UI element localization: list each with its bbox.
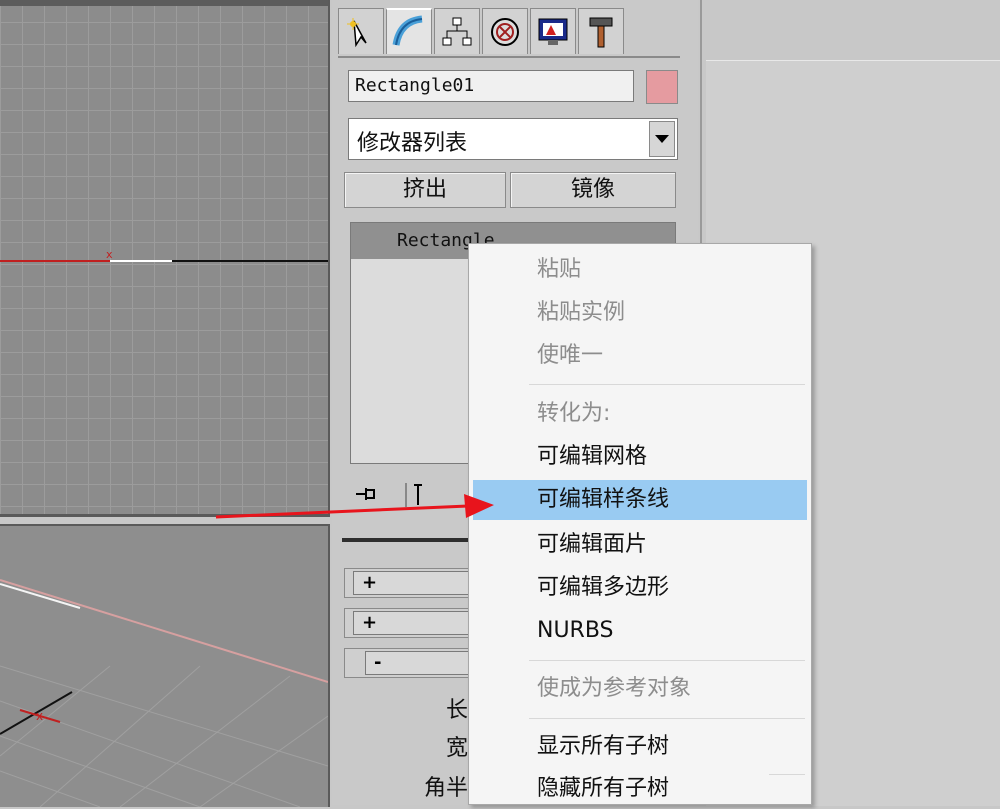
tab-divider [338,56,680,58]
modifier-list-dropdown[interactable]: 修改器列表 [348,118,678,160]
menu-item-paste-instance[interactable]: 粘贴实例 [469,293,811,333]
menu-item-make-reference[interactable]: 使成为参考对象 [469,669,811,709]
modifier-list-label: 修改器列表 [357,131,468,156]
menu-header-convert-to: 转化为: [537,401,611,426]
utilities-icon [589,17,613,47]
rollout-toggle[interactable]: + [353,571,473,595]
menu-item-editable-mesh[interactable]: 可编辑网格 [469,437,811,477]
create-tab[interactable] [338,8,384,54]
chevron-down-icon[interactable] [649,121,675,157]
menu-item-editable-patch[interactable]: 可编辑面片 [469,525,811,565]
object-name-field[interactable]: Rectangle01 [348,70,634,102]
corner-radius-label: 角半 [424,776,469,801]
menu-item-hide-all-subtrees[interactable]: 隐藏所有子树 [469,769,811,809]
utilities-tab[interactable] [578,8,624,54]
display-tab[interactable] [530,8,576,54]
hierarchy-icon [442,17,472,45]
modify-icon [392,15,423,46]
show-end-result-icon[interactable] [402,479,432,509]
svg-text:x: x [36,709,43,723]
modify-tab[interactable] [386,8,432,54]
display-icon [538,18,568,45]
menu-separator [529,384,805,385]
menu-separator [529,718,805,719]
width-label: 宽 [446,736,469,761]
rollout-toggle[interactable]: - [365,651,485,675]
extrude-button[interactable]: 挤出 [344,172,506,208]
svg-text:x: x [106,248,113,261]
menu-item-nurbs[interactable]: NURBS [469,611,811,651]
stack-toolbar [350,474,432,514]
create-icon [347,17,367,47]
menu-item-editable-poly[interactable]: 可编辑多边形 [469,568,811,608]
viewport-frame [0,0,328,6]
pin-stack-icon[interactable] [350,479,380,509]
menu-separator [529,660,805,661]
command-panel-tabs [338,8,624,58]
top-viewport[interactable]: x [0,0,330,517]
menu-item-paste[interactable]: 粘贴 [469,250,811,290]
mirror-button[interactable]: 镜像 [510,172,676,208]
motion-tab[interactable] [482,8,528,54]
object-color-swatch[interactable] [646,70,678,104]
rectangle-shape-top: x [0,248,328,262]
menu-item-editable-spline[interactable]: 可编辑样条线 [473,480,807,520]
menu-item-show-all-subtrees[interactable]: 显示所有子树 [469,727,811,767]
menu-item-make-unique[interactable]: 使唯一 [469,336,811,376]
hierarchy-tab[interactable] [434,8,480,54]
perspective-grid: x [0,579,328,807]
motion-icon [491,17,519,46]
rollout-toggle[interactable]: + [353,611,473,635]
context-menu: 粘贴 粘贴实例 使唯一 转化为: 可编辑网格 可编辑样条线 可编辑面片 可编辑多… [468,243,812,805]
length-label: 长 [446,698,469,723]
perspective-viewport[interactable]: x [0,524,330,807]
